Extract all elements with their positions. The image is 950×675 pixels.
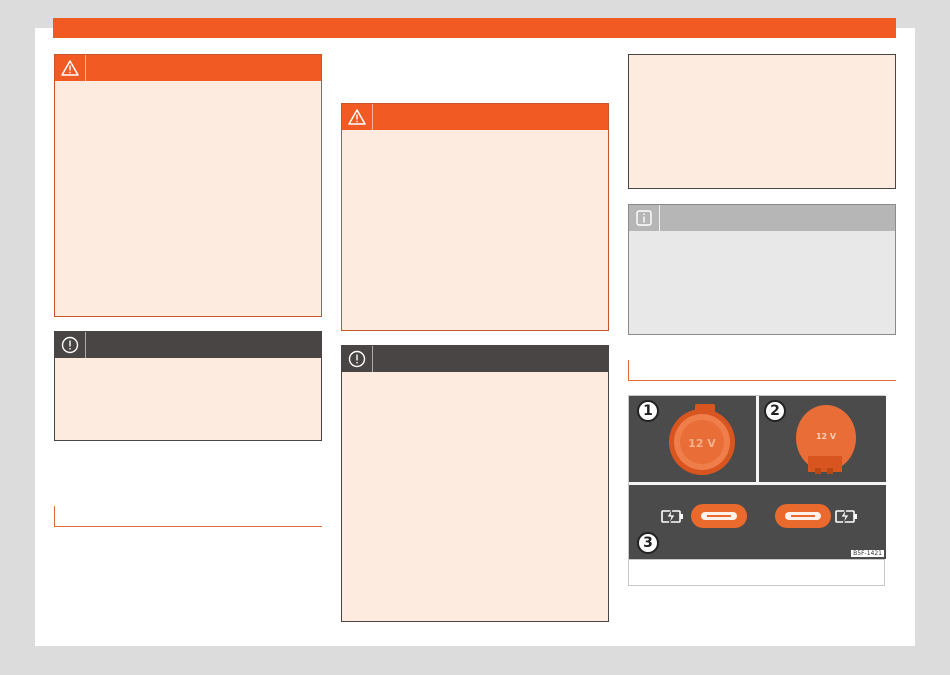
continued-box [628, 54, 896, 189]
info-box [628, 204, 896, 335]
section-heading-rule-1 [54, 506, 322, 527]
callout-1: 1 [637, 400, 659, 422]
callout-3: 3 [637, 532, 659, 554]
warning-box-header [55, 55, 321, 81]
figure-caption [629, 559, 884, 585]
socket-photo: 12 V 12 V 1 2 3 B5F-1421 [629, 396, 886, 559]
12v-socket-front: 12 V [669, 404, 735, 475]
battery-charge-icon [835, 508, 857, 525]
warning-box-header [342, 104, 608, 130]
socket-figure: 12 V 12 V 1 2 3 B5F-1421 [628, 395, 886, 586]
warning-triangle-icon [55, 55, 86, 81]
info-icon [629, 205, 660, 231]
socket-label-2: 12 V [816, 432, 837, 441]
exclamation-circle-icon [55, 332, 86, 358]
usb-port-left [691, 504, 747, 528]
usb-port-right [775, 504, 831, 528]
section-heading-rule-2 [628, 360, 896, 381]
callout-2: 2 [764, 400, 786, 422]
warning-triangle-icon [342, 104, 373, 130]
warning-box-1 [54, 54, 322, 317]
notice-box-header [55, 332, 321, 358]
12v-socket-side: 12 V [796, 405, 856, 474]
info-box-header [629, 205, 895, 231]
figure-code: B5F-1421 [851, 550, 884, 557]
socket-label-1: 12 V [688, 437, 716, 450]
warning-box-2 [341, 103, 609, 331]
notice-box-header [342, 346, 608, 372]
battery-charge-icon [661, 508, 683, 525]
header-bar [53, 18, 896, 38]
notice-box-1 [54, 331, 322, 441]
notice-box-2 [341, 345, 609, 622]
exclamation-circle-icon [342, 346, 373, 372]
